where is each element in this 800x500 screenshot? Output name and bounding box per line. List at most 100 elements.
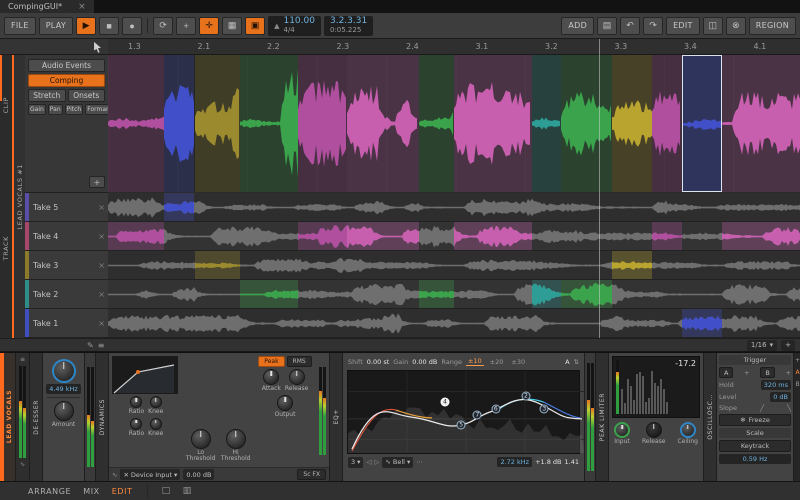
add-button[interactable]: ADD: [561, 16, 595, 35]
chain-b-button[interactable]: B: [795, 381, 799, 388]
hold-value[interactable]: 320 ms: [760, 380, 791, 390]
save-button[interactable]: ▤: [597, 16, 618, 35]
take-used-region[interactable]: [651, 222, 682, 250]
stop-button[interactable]: ■: [99, 16, 120, 35]
sidechain-gain-value[interactable]: 0.00 dB: [183, 469, 215, 480]
take-used-region[interactable]: [164, 193, 195, 221]
dynamics-knee2-knob[interactable]: [149, 417, 162, 430]
eq-ab-button[interactable]: A: [565, 358, 569, 366]
fader-icon[interactable]: ≡: [98, 341, 105, 350]
punch-button[interactable]: ✛: [199, 16, 220, 35]
pitch-button[interactable]: Pitch: [64, 104, 84, 115]
mixer-panel-button[interactable]: ▥: [183, 486, 192, 496]
export-button[interactable]: ⊗: [725, 16, 746, 35]
freeze-button[interactable]: ❄ Freeze: [719, 414, 791, 426]
time-signature[interactable]: 4/4: [283, 26, 315, 35]
range-30-button[interactable]: ±30: [509, 358, 527, 366]
comp-segment[interactable]: [651, 55, 682, 192]
peak-limiter-device[interactable]: -17.2 Input Release Ceiling: [609, 353, 704, 481]
output-knob[interactable]: [277, 394, 293, 411]
take-used-region[interactable]: [611, 251, 652, 279]
add-device-button[interactable]: +: [795, 357, 800, 364]
dynamics-knee-knob[interactable]: [149, 396, 162, 408]
oscilloscope-title-strip[interactable]: OSCILLOSC…: [704, 353, 717, 481]
comp-segment[interactable]: [721, 55, 800, 192]
plus-icon[interactable]: +: [786, 369, 791, 377]
de-esser-device[interactable]: 4.49 kHz Amount: [43, 353, 85, 481]
sc-fx-button[interactable]: Sc FX: [297, 469, 326, 480]
lo-threshold-knob[interactable]: [190, 428, 211, 449]
comp-segment[interactable]: [611, 55, 652, 192]
keytrack-button[interactable]: Keytrack: [719, 440, 791, 452]
limiter-input-knob[interactable]: [614, 422, 630, 438]
de-esser-amount-knob[interactable]: [53, 401, 74, 421]
play-menu-button[interactable]: PLAY: [38, 16, 74, 35]
take-used-region[interactable]: [721, 222, 800, 250]
eq-band-node[interactable]: 5: [456, 420, 466, 430]
take-used-region[interactable]: [346, 222, 419, 250]
eq-title-strip[interactable]: EQ+: [330, 353, 343, 481]
eq-graph[interactable]: 4 576 23: [347, 370, 584, 454]
stretch-button[interactable]: Stretch: [28, 89, 66, 102]
take-lane[interactable]: [108, 193, 800, 222]
take-lane[interactable]: [108, 222, 800, 251]
onsets-button[interactable]: Onsets: [67, 89, 105, 102]
take-label[interactable]: Take 3 ×: [25, 251, 108, 280]
loop-button[interactable]: ⟳: [153, 16, 174, 35]
range-10-button[interactable]: ±10: [465, 357, 484, 366]
panel-layout-button[interactable]: □: [162, 486, 171, 496]
take-used-region[interactable]: [418, 280, 454, 308]
next-band-button[interactable]: ▷: [374, 458, 379, 466]
eq-band-node[interactable]: 6: [491, 404, 501, 414]
grid-button[interactable]: ▦: [222, 16, 243, 35]
comp-segment[interactable]: [561, 55, 612, 192]
region-button[interactable]: REGION: [748, 16, 796, 35]
plus-icon[interactable]: +: [744, 369, 749, 377]
eq-band-node[interactable]: 7: [472, 410, 482, 420]
tab-clip[interactable]: CLIP: [0, 55, 12, 155]
arrange-view-button[interactable]: ARRANGE: [28, 487, 71, 496]
take-label[interactable]: Take 5 ×: [25, 193, 108, 222]
take-label[interactable]: Take 1 ×: [25, 309, 108, 338]
edit-menu-button[interactable]: EDIT: [666, 16, 700, 35]
take-used-region[interactable]: [681, 309, 722, 337]
draw-tool-button[interactable]: ✎: [87, 341, 94, 350]
comp-segment[interactable]: [298, 55, 347, 192]
sidechain-source-select[interactable]: ✕ Device Input ▾: [120, 469, 181, 480]
timeline-ruler[interactable]: 1.3 2.1 2.2 2.3 2.4 3.1 3.2 3.3 3.4 4.1: [108, 39, 800, 55]
comp-segment[interactable]: [346, 55, 419, 192]
band-freq-value[interactable]: 2.72 kHz: [497, 457, 533, 467]
eq-band-node[interactable]: 3: [539, 404, 549, 414]
dynamics-ratio2-knob[interactable]: [130, 417, 143, 430]
record-button[interactable]: ●: [122, 16, 143, 35]
tab-track[interactable]: TRACK: [0, 193, 12, 303]
gain-button[interactable]: Gain: [28, 104, 46, 115]
file-button[interactable]: FILE: [4, 16, 36, 35]
dynamics-title-strip[interactable]: DYNAMICS: [96, 353, 109, 481]
comp-region[interactable]: [108, 55, 800, 192]
take-used-region[interactable]: [240, 280, 299, 308]
redo-button[interactable]: ↷: [643, 16, 664, 35]
peak-mode-button[interactable]: Peak: [258, 356, 285, 367]
band-type-select[interactable]: ∿ Bell ▾: [382, 456, 414, 468]
clear-icon[interactable]: ✕: [123, 471, 128, 479]
attack-knob[interactable]: [263, 369, 280, 385]
project-tab[interactable]: CompingGUI* ×: [0, 0, 94, 13]
take-used-region[interactable]: [194, 251, 241, 279]
comp-segment[interactable]: [194, 55, 241, 192]
take-used-region[interactable]: [561, 280, 612, 308]
overdub-button[interactable]: +: [176, 16, 197, 35]
audio-events-button[interactable]: Audio Events: [28, 59, 105, 72]
take-used-region[interactable]: [108, 222, 165, 250]
take-used-region[interactable]: [298, 222, 347, 250]
snap-button[interactable]: ▣: [245, 16, 266, 35]
eq-band-node[interactable]: 4: [440, 397, 450, 407]
take-used-region[interactable]: [454, 222, 532, 250]
comping-button[interactable]: Comping: [28, 74, 105, 87]
release-knob[interactable]: [288, 369, 305, 385]
take-delete-icon[interactable]: ×: [98, 203, 105, 212]
take-used-region[interactable]: [531, 280, 562, 308]
gain-value[interactable]: 0.00 dB: [412, 358, 437, 366]
shift-value[interactable]: 0.00 st: [367, 358, 389, 366]
take-label[interactable]: Take 2 ×: [25, 280, 108, 309]
